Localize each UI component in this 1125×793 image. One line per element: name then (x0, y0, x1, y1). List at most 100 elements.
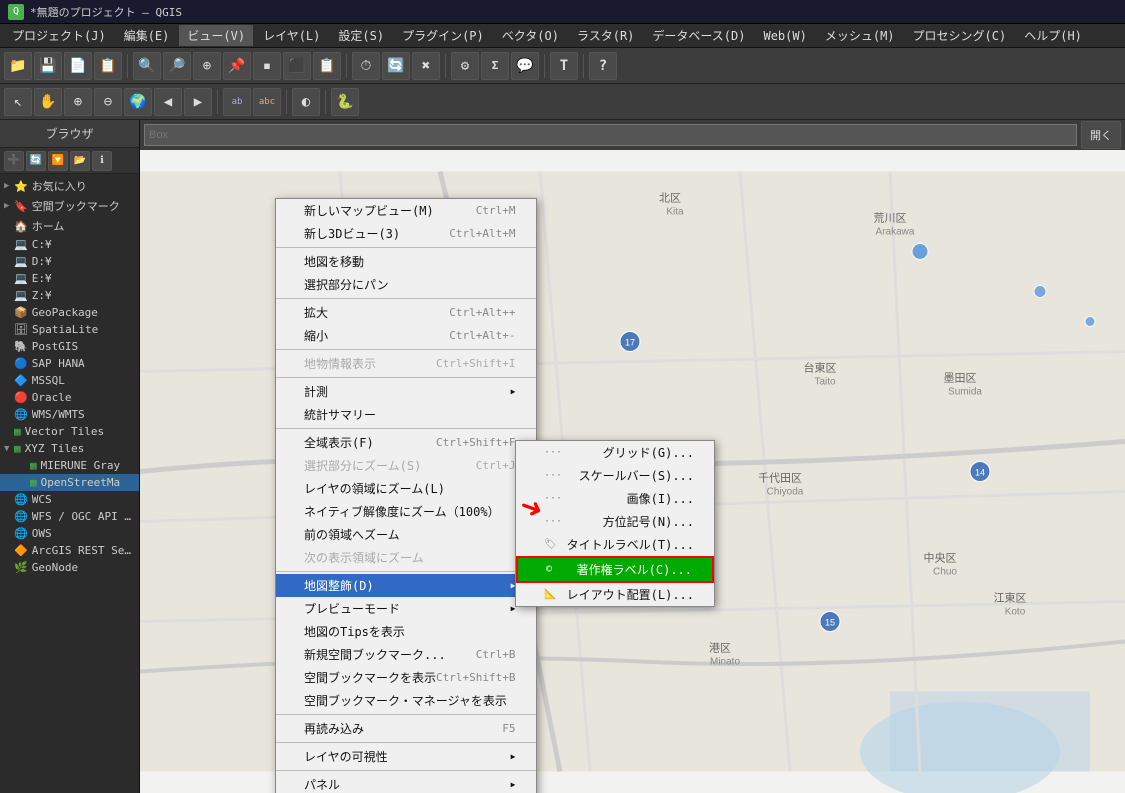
menu-decorations[interactable]: 地図整飾(D) (276, 574, 536, 597)
browser-collapse-btn[interactable]: 📂 (70, 151, 90, 171)
menu-grid[interactable]: ··· グリッド(G)... (516, 441, 714, 464)
settings-btn[interactable]: ⚙ (451, 52, 479, 80)
menu-layer[interactable]: レイヤ(L) (255, 25, 328, 46)
menu-database[interactable]: データベース(D) (644, 25, 753, 46)
map-area[interactable]: 開く (140, 120, 1125, 793)
menu-bookmark-manager[interactable]: 空間ブックマーク・マネージャを表示 (276, 689, 536, 712)
label-btn2[interactable]: abc (253, 88, 281, 116)
tree-favorites[interactable]: ▶ ⭐ お気に入り (0, 176, 139, 196)
menu-new-bookmark[interactable]: 新規空間ブックマーク... Ctrl+B (276, 643, 536, 666)
split-view-btn[interactable]: ◐ (292, 88, 320, 116)
new-project-button[interactable]: 📋 (94, 52, 122, 80)
menu-edit[interactable]: 編集(E) (116, 25, 178, 46)
tree-vector-tiles[interactable]: ▦ Vector Tiles (0, 423, 139, 440)
box-select-btn[interactable]: ⬛ (283, 52, 311, 80)
search-input[interactable] (144, 124, 1077, 146)
zoom-prev-btn[interactable]: ◀ (154, 88, 182, 116)
tree-openstreetmap[interactable]: ▦ OpenStreetMa (0, 474, 139, 491)
browser-info-btn[interactable]: ℹ (92, 151, 112, 171)
zoom-full-btn[interactable]: ⊕ (193, 52, 221, 80)
refresh-btn[interactable]: 🔄 (382, 52, 410, 80)
tree-geonode[interactable]: 🌿 GeoNode (0, 559, 139, 576)
menu-project[interactable]: プロジェクト(J) (4, 25, 114, 46)
tree-arcgis[interactable]: 🔶 ArcGIS REST Serve (0, 542, 139, 559)
tree-d-drive[interactable]: 💻 D:¥ (0, 253, 139, 270)
menu-new-3dview[interactable]: 新し3Dビュー(3) Ctrl+Alt+M (276, 222, 536, 245)
browser-filter-btn[interactable]: 🔽 (48, 151, 68, 171)
menu-pan-map[interactable]: 地図を移動 (276, 250, 536, 273)
tree-postgis[interactable]: 🐘 PostGIS (0, 338, 139, 355)
menu-stats[interactable]: 統計サマリー (276, 403, 536, 426)
tree-mssql[interactable]: 🔷 MSSQL (0, 372, 139, 389)
menu-zoom-in[interactable]: 拡大 Ctrl+Alt++ (276, 301, 536, 324)
tree-z-drive[interactable]: 💻 Z:¥ (0, 287, 139, 304)
menu-mesh[interactable]: メッシュ(M) (817, 25, 903, 46)
menu-plugins[interactable]: プラグイン(P) (394, 25, 492, 46)
browser-refresh-btn[interactable]: 🔄 (26, 151, 46, 171)
menu-help[interactable]: ヘルプ(H) (1016, 25, 1090, 46)
menu-zoom-full[interactable]: 全域表示(F) Ctrl+Shift+F (276, 431, 536, 454)
menu-scalebar[interactable]: ··· スケールバー(S)... (516, 464, 714, 487)
tree-c-drive[interactable]: 💻 C:¥ (0, 236, 139, 253)
browser-add-btn[interactable]: ➕ (4, 151, 24, 171)
menu-preview[interactable]: プレビューモード (276, 597, 536, 620)
label-btn1[interactable]: ab (223, 88, 251, 116)
pan-map-btn[interactable]: ✋ (34, 88, 62, 116)
tree-wfs[interactable]: 🌐 WFS / OGC API - F (0, 508, 139, 525)
tree-spatialite[interactable]: 🗄 SpatiaLite (0, 321, 139, 338)
deselect-btn[interactable]: 📋 (313, 52, 341, 80)
menu-map-tips[interactable]: 地図のTipsを表示 (276, 620, 536, 643)
tree-saphana[interactable]: 🔵 SAP HANA (0, 355, 139, 372)
cursor-btn[interactable]: ↖ (4, 88, 32, 116)
menu-reload[interactable]: 再読み込み F5 (276, 717, 536, 740)
menu-layer-visibility[interactable]: レイヤの可視性 (276, 745, 536, 768)
tree-bookmarks[interactable]: ▶ 🔖 空間ブックマーク (0, 196, 139, 216)
menu-raster[interactable]: ラスタ(R) (569, 25, 642, 46)
zoom-out-map-btn[interactable]: ⊖ (94, 88, 122, 116)
menu-zoom-prev[interactable]: 前の領域へズーム (276, 523, 536, 546)
menu-north-arrow[interactable]: ··· 方位記号(N)... (516, 510, 714, 533)
python-btn[interactable]: 🐍 (331, 88, 359, 116)
tree-oracle[interactable]: 🔴 Oracle (0, 389, 139, 406)
menu-panels[interactable]: パネル (276, 773, 536, 793)
identify-btn[interactable]: 📌 (223, 52, 251, 80)
menu-processing[interactable]: プロセシング(C) (905, 25, 1015, 46)
zoom-in-map-btn[interactable]: ⊕ (64, 88, 92, 116)
zoom-world-btn[interactable]: 🌍 (124, 88, 152, 116)
time-btn[interactable]: ⏱ (352, 52, 380, 80)
select-btn[interactable]: ▪ (253, 52, 281, 80)
text-btn[interactable]: T (550, 52, 578, 80)
tree-e-drive[interactable]: 💻 E:¥ (0, 270, 139, 287)
tree-wcs[interactable]: 🌐 WCS (0, 491, 139, 508)
save-as-button[interactable]: 📄 (64, 52, 92, 80)
menu-zoom-out[interactable]: 縮小 Ctrl+Alt+- (276, 324, 536, 347)
menu-copyright-label[interactable]: © 著作権ラベル(C)... (516, 556, 714, 583)
menu-zoom-native[interactable]: ネイティブ解像度にズーム（100%） (276, 500, 536, 523)
menu-view[interactable]: ビュー(V) (179, 25, 253, 46)
menu-web[interactable]: Web(W) (755, 27, 814, 45)
open-button[interactable]: 📁 (4, 52, 32, 80)
menu-show-bookmarks[interactable]: 空間ブックマークを表示 Ctrl+Shift+B (276, 666, 536, 689)
menu-title-label[interactable]: 🏷 タイトルラベル(T)... (516, 533, 714, 556)
stats-btn[interactable]: Σ (481, 52, 509, 80)
chat-btn[interactable]: 💬 (511, 52, 539, 80)
tree-geopackage[interactable]: 📦 GeoPackage (0, 304, 139, 321)
zoom-out-btn[interactable]: 🔎 (163, 52, 191, 80)
menu-zoom-layer[interactable]: レイヤの領域にズーム(L) (276, 477, 536, 500)
help-btn[interactable]: ? (589, 52, 617, 80)
zoom-in-btn[interactable]: 🔍 (133, 52, 161, 80)
cancel-btn[interactable]: ✖ (412, 52, 440, 80)
menu-settings[interactable]: 設定(S) (330, 25, 392, 46)
tree-wms[interactable]: 🌐 WMS/WMTS (0, 406, 139, 423)
tree-xyz-tiles[interactable]: ▼ ▦ XYZ Tiles (0, 440, 139, 457)
open-btn[interactable]: 開く (1081, 121, 1121, 149)
menu-new-mapview[interactable]: 新しいマップビュー(M) Ctrl+M (276, 199, 536, 222)
menu-pan-selection[interactable]: 選択部分にパン (276, 273, 536, 296)
menu-layout[interactable]: 📐 レイアウト配置(L)... (516, 583, 714, 606)
menu-vector[interactable]: ベクタ(O) (494, 25, 567, 46)
tree-mierune[interactable]: ▦ MIERUNE Gray (0, 457, 139, 474)
tree-home[interactable]: 🏠 ホーム (0, 216, 139, 236)
menu-measure[interactable]: 計測 (276, 380, 536, 403)
zoom-next-btn[interactable]: ▶ (184, 88, 212, 116)
save-button[interactable]: 💾 (34, 52, 62, 80)
